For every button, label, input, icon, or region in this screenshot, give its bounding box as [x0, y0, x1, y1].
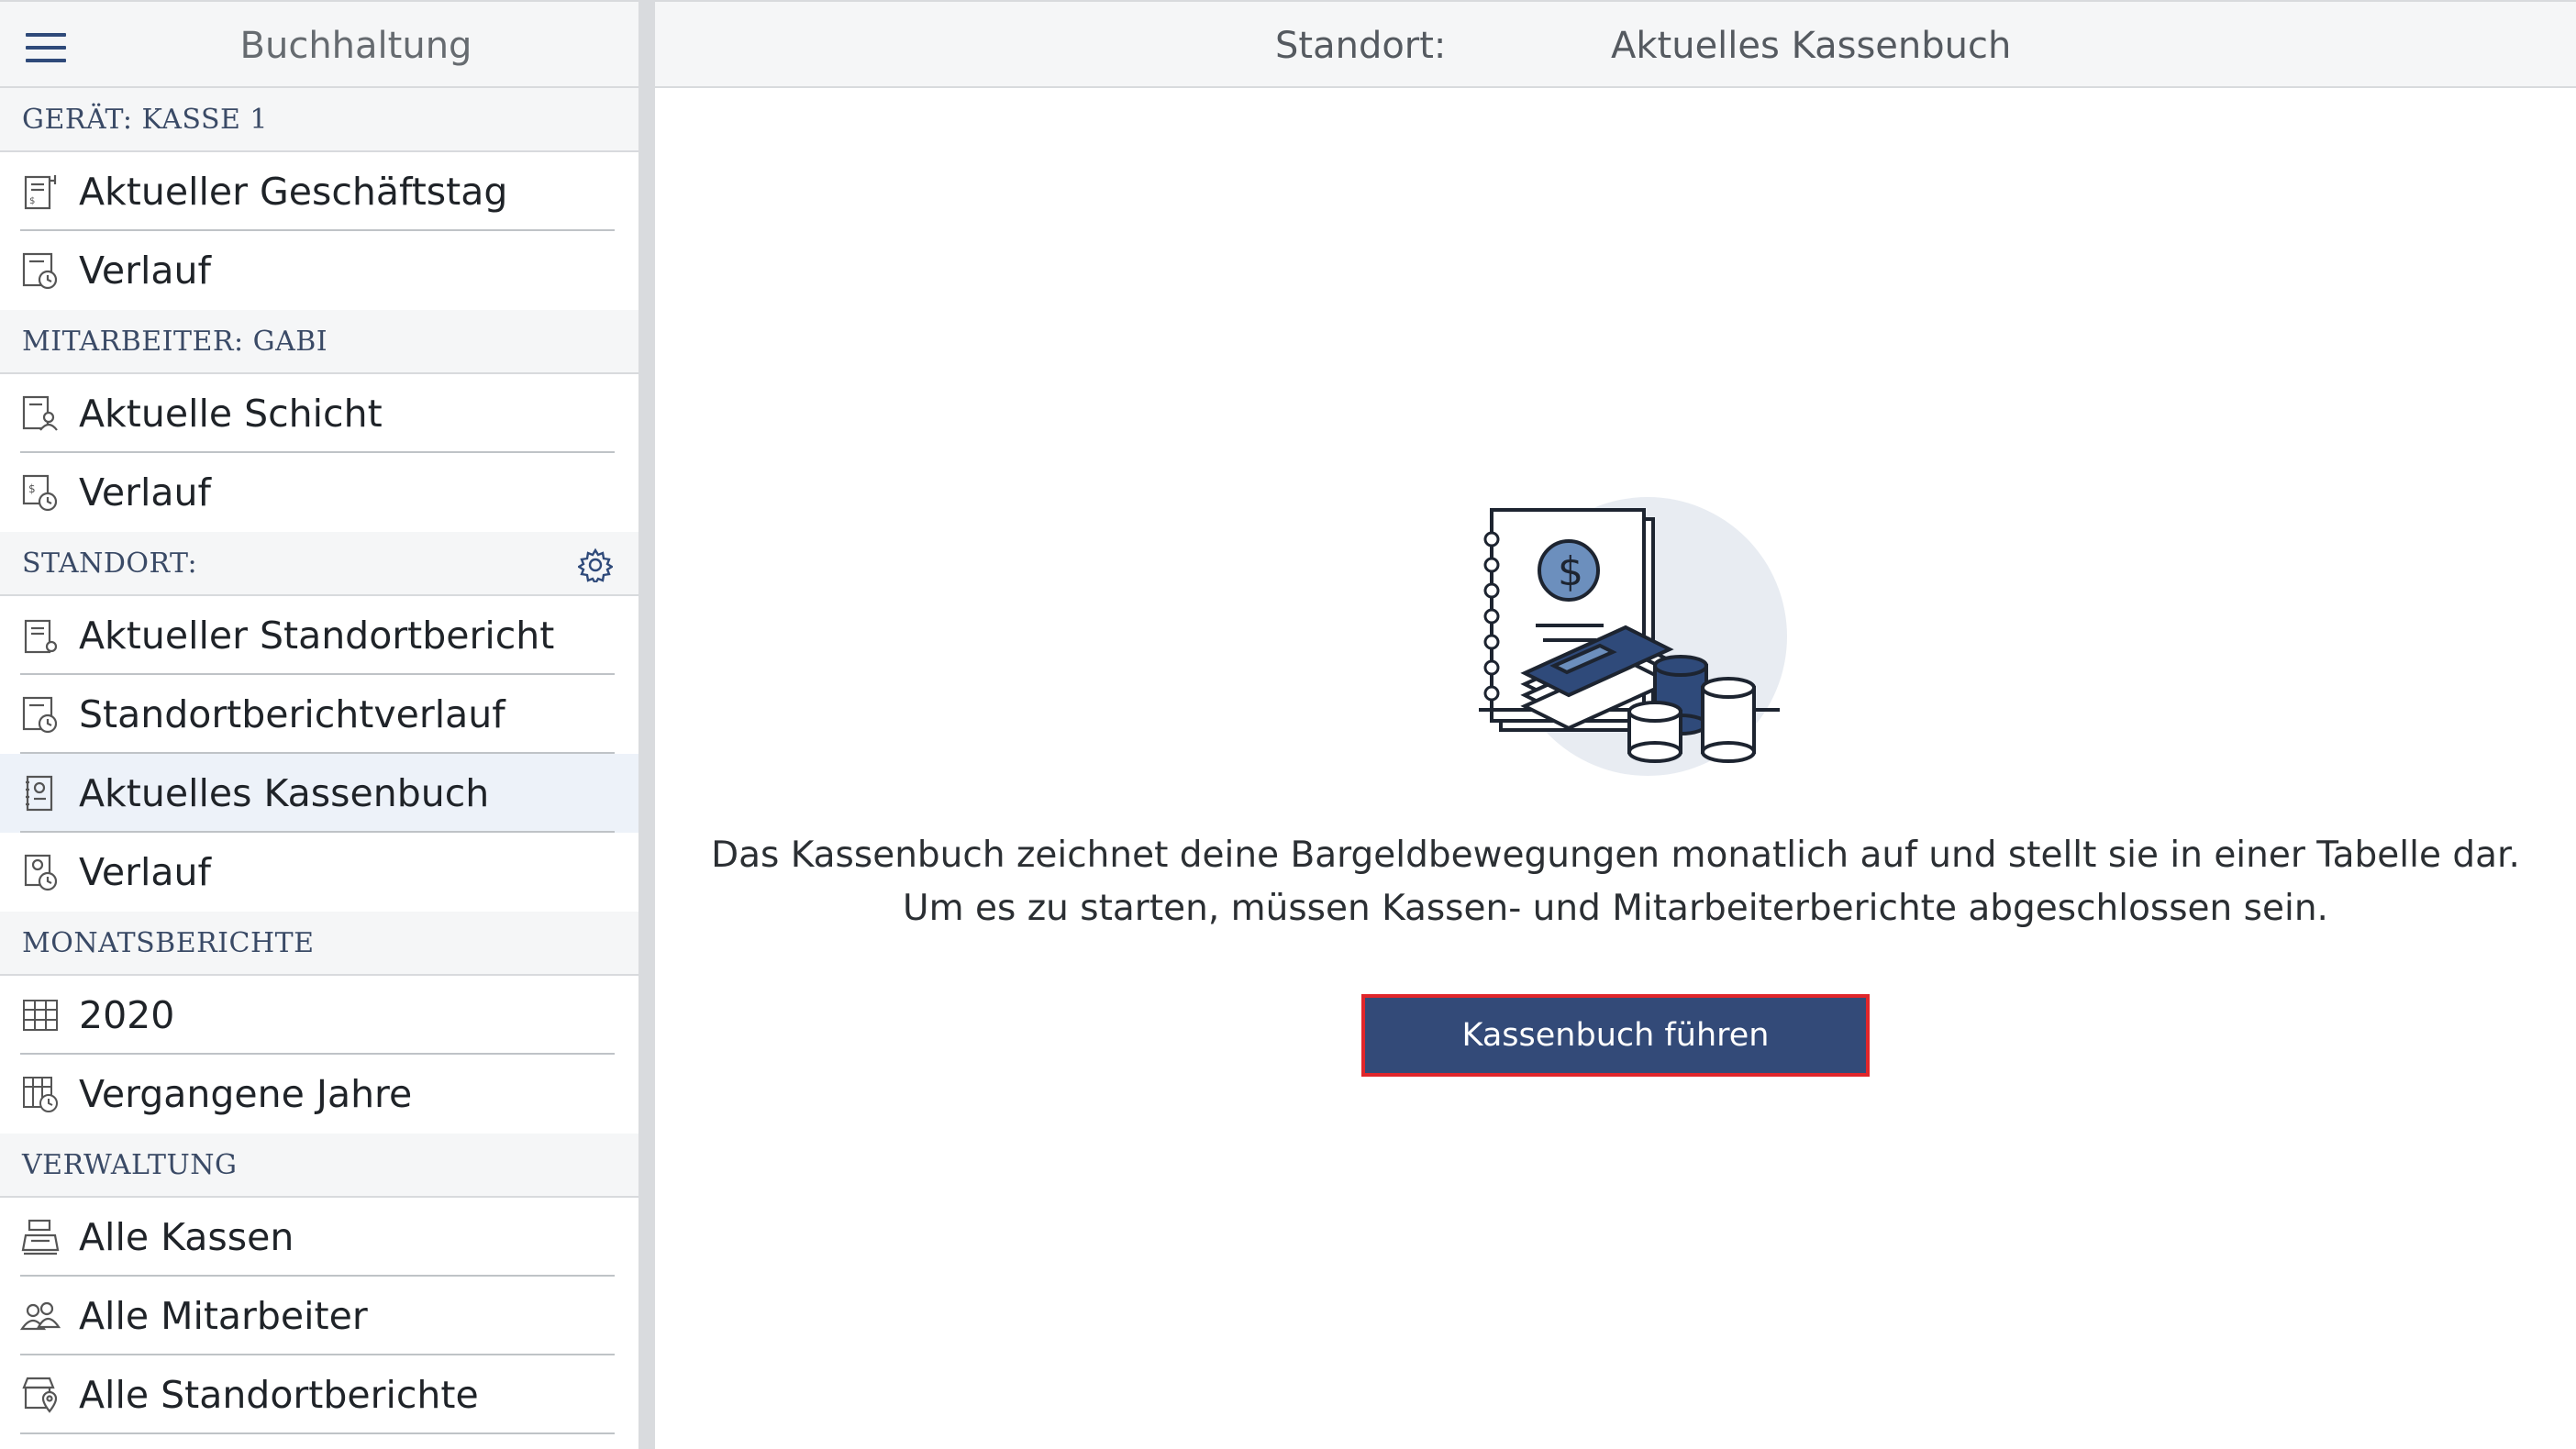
sidebar-item-label: Alle Standortberichte: [79, 1373, 479, 1417]
sidebar-item-label: Aktueller Standortbericht: [79, 614, 555, 658]
sidebar-divider[interactable]: [638, 0, 655, 1449]
hamburger-menu-icon[interactable]: [26, 33, 66, 62]
svg-text:$: $: [1558, 548, 1583, 595]
sidebar-header: Buchhaltung: [0, 0, 638, 88]
start-cashbook-button[interactable]: Kassenbuch führen: [1361, 994, 1870, 1077]
sidebar-item-label: Standortberichtverlauf: [79, 692, 505, 736]
sidebar-item-all-employees[interactable]: Alle Mitarbeiter: [0, 1277, 638, 1355]
sidebar-item-label: Alle Kassen: [79, 1215, 294, 1259]
section-monthly-reports: MONATSBERICHTE: [0, 912, 638, 976]
sidebar-item-label: 2020: [79, 993, 175, 1037]
sidebar-item-label: Alle Mitarbeiter: [79, 1294, 368, 1338]
sidebar-item-label: Verlauf: [79, 850, 211, 894]
sidebar-item-label: Aktuelles Kassenbuch: [79, 771, 490, 815]
sidebar-item-label: Aktuelle Schicht: [79, 392, 383, 436]
section-location-label: STANDORT:: [22, 548, 198, 580]
sidebar-item-label: Verlauf: [79, 249, 211, 293]
page-title: Aktuelles Kassenbuch: [1611, 25, 2012, 67]
location-label: Standort:: [1275, 25, 1447, 67]
cashbook-icon: [26, 775, 53, 812]
svg-text:$: $: [29, 196, 35, 206]
sidebar: Buchhaltung GERÄT: KASSE 1 $ Aktueller G…: [0, 0, 638, 1449]
sidebar-item-location-report-history[interactable]: Standortberichtverlauf: [0, 675, 638, 754]
sidebar-item-device-history[interactable]: Verlauf: [0, 231, 638, 310]
sidebar-item-cashbook-history[interactable]: Verlauf: [0, 833, 638, 912]
section-administration: VERWALTUNG: [0, 1134, 638, 1198]
receipt-history-icon: [22, 252, 58, 290]
sidebar-item-past-years[interactable]: Vergangene Jahre: [0, 1055, 638, 1134]
gear-icon[interactable]: [578, 548, 613, 582]
location-report-icon: [24, 619, 58, 654]
main-header: Standort: Aktuelles Kassenbuch: [655, 0, 2576, 88]
sidebar-item-current-business-day[interactable]: $ Aktueller Geschäftstag: [0, 152, 638, 231]
section-device: GERÄT: KASSE 1: [0, 88, 638, 152]
employee-report-icon: [22, 395, 58, 431]
location-history-icon: [22, 696, 58, 734]
sidebar-item-year-2020[interactable]: 2020: [0, 976, 638, 1055]
cashbook-description: Das Kassenbuch zeichnet deine Bargeldbew…: [711, 835, 2520, 929]
main-content: Standort: Aktuelles Kassenbuch $ Das Kas…: [655, 0, 2576, 1449]
calendar-grid-icon: [23, 1000, 58, 1031]
sidebar-item-current-location-report[interactable]: Aktueller Standortbericht: [0, 596, 638, 675]
sidebar-item-all-registers[interactable]: Alle Kassen: [0, 1198, 638, 1277]
store-location-icon: [22, 1377, 58, 1413]
sidebar-item-label: Vergangene Jahre: [79, 1072, 413, 1116]
cashbook-illustration: $: [1479, 497, 1787, 776]
users-icon: [20, 1301, 61, 1331]
sidebar-item-label: Aktueller Geschäftstag: [79, 170, 508, 214]
employee-history-icon: $: [22, 474, 58, 512]
cashbook-history-icon: [24, 854, 58, 891]
sidebar-item-label: Verlauf: [79, 470, 211, 514]
section-employee: MITARBEITER: GABI: [0, 310, 638, 374]
sidebar-item-current-cashbook[interactable]: Aktuelles Kassenbuch: [0, 754, 638, 833]
sidebar-item-all-location-reports[interactable]: Alle Standortberichte: [0, 1355, 638, 1434]
cash-register-icon: [21, 1219, 60, 1255]
sidebar-title: Buchhaltung: [239, 25, 472, 67]
svg-text:$: $: [28, 482, 36, 495]
receipt-icon: $: [24, 175, 57, 210]
sidebar-item-current-shift[interactable]: Aktuelle Schicht: [0, 374, 638, 453]
sidebar-item-shift-history[interactable]: $ Verlauf: [0, 453, 638, 532]
section-location: STANDORT:: [0, 532, 638, 596]
calendar-history-icon: [23, 1077, 58, 1112]
